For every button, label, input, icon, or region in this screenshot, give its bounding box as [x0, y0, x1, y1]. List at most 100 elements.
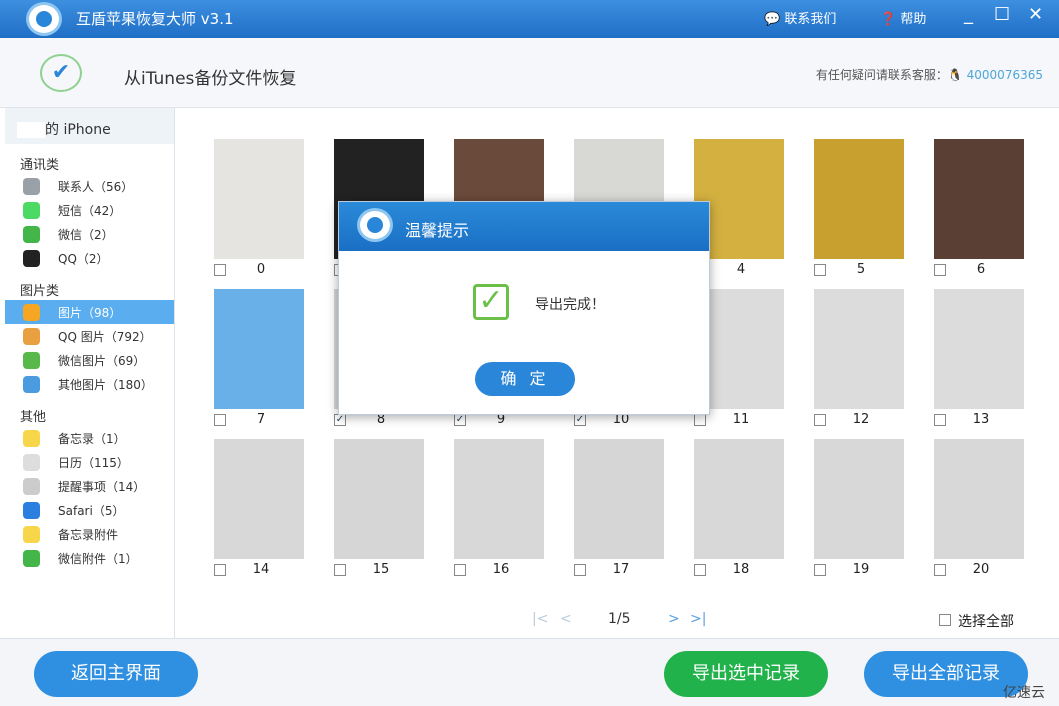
photo-checkbox[interactable] [214, 264, 226, 276]
sidebar-item-label: 微信附件（1） [58, 551, 138, 566]
wechat-icon [23, 225, 40, 243]
photo-label: 4 [736, 262, 746, 277]
notes-icon [23, 429, 40, 447]
maximize-button[interactable]: ☐ [994, 4, 1010, 25]
photo-checkbox[interactable]: ✓ [574, 414, 586, 426]
photo-thumbnail[interactable] [334, 439, 424, 559]
sidebar-item[interactable]: 其他图片（180） [5, 372, 174, 396]
photo-checkbox[interactable] [934, 264, 946, 276]
photo-checkbox[interactable]: ✓ [454, 414, 466, 426]
photo-thumbnail[interactable] [814, 289, 904, 409]
photo-thumbnail[interactable] [934, 139, 1024, 259]
sidebar-item-label: 备忘录附件 [58, 527, 119, 542]
wechat-attachment-icon [23, 549, 40, 567]
prev-page-button[interactable]: < [560, 611, 572, 627]
photo-checkbox[interactable] [214, 564, 226, 576]
sidebar-item-label: 其他图片（180） [58, 377, 153, 392]
photo-checkbox[interactable] [814, 564, 826, 576]
app-title: 互盾苹果恢复大师 v3.1 [76, 10, 234, 28]
select-all-checkbox[interactable] [939, 614, 951, 626]
photo-thumbnail[interactable] [574, 439, 664, 559]
photo-thumbnail[interactable] [214, 439, 304, 559]
photo-checkbox[interactable] [694, 564, 706, 576]
photo-label: 15 [372, 562, 390, 577]
last-page-button[interactable]: >| [690, 611, 706, 627]
photo-checkbox[interactable] [334, 564, 346, 576]
notes-attachment-icon [23, 525, 40, 543]
first-page-button[interactable]: |< [532, 611, 548, 627]
reminders-icon [23, 477, 40, 495]
photo-thumbnail[interactable] [934, 289, 1024, 409]
safari-icon [23, 501, 40, 519]
photo-thumbnail[interactable] [214, 139, 304, 259]
app-logo [26, 2, 62, 36]
photo-thumbnail[interactable] [814, 439, 904, 559]
photo-thumbnail[interactable] [454, 439, 544, 559]
photo-checkbox[interactable]: ✓ [334, 414, 346, 426]
photo-thumbnail[interactable] [814, 139, 904, 259]
sidebar-item[interactable]: QQ 图片（792） [5, 324, 174, 348]
sidebar-item-label: QQ（2） [58, 251, 109, 266]
footer: 返回主界面 导出选中记录 导出全部记录 [0, 638, 1059, 706]
notice-dialog: 温馨提示 ✓ 导出完成！ 确 定 [338, 201, 710, 415]
sidebar-item[interactable]: 备忘录附件 [5, 522, 174, 546]
calendar-icon [23, 453, 40, 471]
sidebar-item[interactable]: 日历（115） [5, 450, 174, 474]
watermark: 亿速云 [1003, 685, 1045, 701]
photo-checkbox[interactable] [574, 564, 586, 576]
photo-label: 12 [852, 412, 870, 427]
chat-icon: 💬 [764, 12, 781, 27]
sidebar-item-label: QQ 图片（792） [58, 329, 152, 344]
photo-label: 17 [612, 562, 630, 577]
contact-info: 有任何疑问请联系客服：🐧 4000076365 [815, 68, 1043, 82]
sidebar-category: 其他 [20, 410, 47, 425]
sidebar: 的 iPhone 通讯类 联系人（56） 短信（42） 微信（2） QQ（2） 图片类 图片… [5, 108, 175, 638]
export-selected-button[interactable]: 导出选中记录 [664, 651, 828, 697]
sidebar-item[interactable]: 图片（98） [5, 300, 174, 324]
photo-label: 7 [256, 412, 266, 427]
sidebar-category: 图片类 [20, 284, 60, 299]
photo-checkbox[interactable] [814, 264, 826, 276]
photo-checkbox[interactable] [934, 564, 946, 576]
minimize-button[interactable]: _ [964, 4, 973, 25]
sidebar-item[interactable]: 联系人（56） [5, 174, 174, 198]
help-button[interactable]: ❓ 帮助 [880, 8, 926, 27]
photo-checkbox[interactable] [214, 414, 226, 426]
photo-thumbnail[interactable] [934, 439, 1024, 559]
other-photos-icon [23, 375, 40, 393]
sidebar-item[interactable]: 提醒事项（14） [5, 474, 174, 498]
back-button[interactable]: 返回主界面 [34, 651, 198, 697]
photo-label: 13 [972, 412, 990, 427]
photo-thumbnail[interactable] [214, 289, 304, 409]
select-all-label[interactable]: 选择全部 [958, 611, 1014, 631]
photo-checkbox[interactable] [934, 414, 946, 426]
contact-us-button[interactable]: 💬 联系我们 [764, 8, 836, 27]
photo-label: 20 [972, 562, 990, 577]
device-name[interactable]: 的 iPhone [5, 108, 174, 144]
sidebar-item[interactable]: 短信（42） [5, 198, 174, 222]
sidebar-item[interactable]: 微信图片（69） [5, 348, 174, 372]
qq-photos-icon [23, 327, 40, 345]
sidebar-item[interactable]: 备忘录（1） [5, 426, 174, 450]
close-button[interactable]: ✕ [1028, 4, 1043, 25]
sidebar-item[interactable]: QQ（2） [5, 246, 174, 270]
sidebar-item[interactable]: Safari（5） [5, 498, 174, 522]
photo-checkbox[interactable] [694, 414, 706, 426]
photo-checkbox[interactable] [454, 564, 466, 576]
dialog-message: 导出完成！ [535, 297, 605, 313]
ok-button[interactable]: 确 定 [475, 362, 575, 396]
sidebar-item[interactable]: 微信附件（1） [5, 546, 174, 570]
dialog-title: 温馨提示 [405, 221, 470, 240]
photo-checkbox[interactable] [814, 414, 826, 426]
page-indicator: 1/5 [608, 611, 631, 627]
photo-label: 19 [852, 562, 870, 577]
photo-label: 0 [256, 262, 266, 277]
sidebar-category: 通讯类 [20, 158, 60, 173]
contact-number[interactable]: 4000076365 [967, 68, 1043, 82]
success-check-icon: ✓ [473, 284, 509, 320]
qq-icon: 🐧 [947, 68, 963, 82]
header: ✔ 从iTunes备份文件恢复 有任何疑问请联系客服：🐧 4000076365 [0, 38, 1059, 108]
sidebar-item[interactable]: 微信（2） [5, 222, 174, 246]
photo-thumbnail[interactable] [694, 439, 784, 559]
next-page-button[interactable]: > [668, 611, 680, 627]
